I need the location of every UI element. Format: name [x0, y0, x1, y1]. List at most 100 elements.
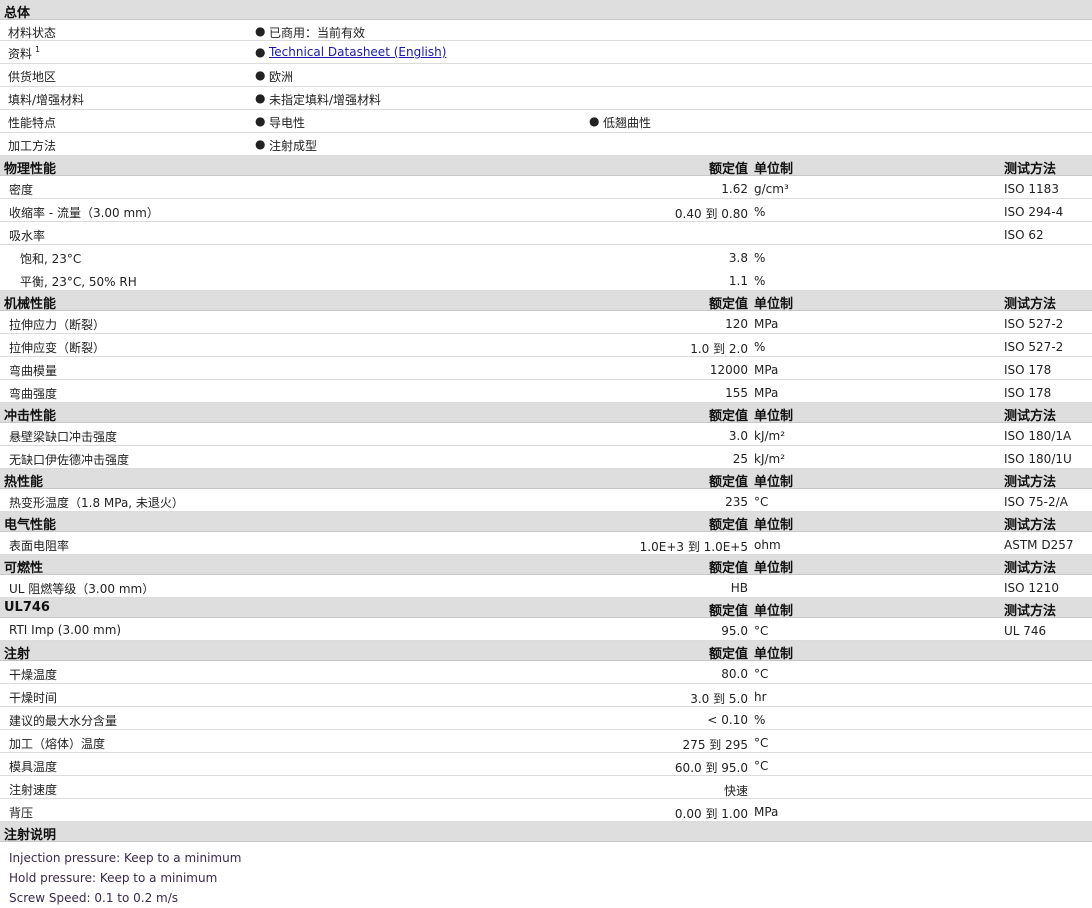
property-label: 饱和, 23°C [20, 252, 82, 266]
column-header-nominal: 额定值 [708, 518, 748, 533]
property-unit: °C [754, 759, 769, 773]
column-header-test: 测试方法 [1004, 162, 1057, 177]
property-row: 饱和, 23°C 3.8% [0, 245, 1092, 268]
column-header-unit: 单位制 [754, 518, 794, 533]
property-unit: g/cm³ [754, 182, 789, 196]
property-value: < 0.10 [707, 713, 748, 727]
property-label: 无缺口伊佐德冲击强度 [9, 453, 130, 467]
property-label: 拉伸应力（断裂） [9, 318, 106, 332]
property-unit: °C [754, 667, 769, 681]
property-row: 干燥时间 3.0 到 5.0 hr [0, 684, 1092, 707]
bullet-icon: ● [255, 45, 266, 59]
property-value: 3.0 [728, 429, 748, 443]
row-item: ● 未指定填料/增强材料 [255, 91, 382, 107]
property-row: 模具温度 60.0 到 95.0 °C [0, 753, 1092, 776]
property-row: 拉伸应力（断裂） 120 MPa ISO 527-2 [0, 311, 1092, 334]
section-title: 物理性能 [4, 162, 57, 177]
column-header-test: 测试方法 [1004, 409, 1057, 424]
property-row: 拉伸应变（断裂） 1.0 到 2.0% ISO 527-2 [0, 334, 1092, 357]
bullet-icon: ● [255, 114, 266, 128]
bullet-icon: ● [255, 91, 266, 105]
column-header-unit: 单位制 [754, 561, 794, 576]
property-row: 平衡, 23°C, 50% RH 1.1% [0, 268, 1092, 291]
test-method: ISO 1210 [1004, 581, 1059, 595]
test-method: ISO 527-2 [1004, 340, 1064, 354]
general-row-filler: 填料/增强材料 ● 未指定填料/增强材料 [0, 87, 1092, 110]
test-method: ISO 1183 [1004, 182, 1059, 196]
property-label: 加工（熔体）温度 [9, 737, 106, 751]
property-label: 注射速度 [9, 783, 58, 797]
section-title: 总体 [4, 6, 31, 21]
property-row: 加工（熔体）温度 275 到 295 °C [0, 730, 1092, 753]
section-header: 热性能 额定值 单位制 测试方法 [0, 469, 1092, 490]
property-row: 注射速度 快速 [0, 776, 1092, 799]
column-header-nominal: 额定值 [708, 647, 748, 662]
property-row: 建议的最大水分含量 < 0.10% [0, 707, 1092, 730]
section-title: 机械性能 [4, 297, 57, 312]
section-title: 热性能 [4, 475, 44, 490]
property-unit: MPa [754, 386, 779, 400]
section-header: UL746 额定值 单位制 测试方法 [0, 598, 1092, 619]
property-value: 3.8 [728, 251, 748, 265]
property-label: 悬壁梁缺口冲击强度 [9, 430, 118, 444]
property-unit: % [754, 340, 766, 354]
property-row: 收缩率 - 流量（3.00 mm） 0.40 到 0.80% ISO 294-4 [0, 199, 1092, 222]
section-title: 可燃性 [4, 561, 44, 576]
property-value: 1.0E+3 到 1.0E+5 [639, 540, 748, 554]
property-unit: °C [754, 736, 769, 750]
property-sections: 物理性能 额定值 单位制 测试方法 密度 1.62 g/cm³ ISO 1183 收缩率 - 流… [0, 156, 1092, 822]
property-value: 12000 [709, 363, 748, 377]
property-value: HB [730, 581, 748, 595]
property-row: 悬壁梁缺口冲击强度 3.0 kJ/m² ISO 180/1A [0, 423, 1092, 446]
section-header: 注射 额定值 单位制 [0, 641, 1092, 662]
row-item: ● 导电性 [255, 114, 306, 130]
property-value: 1.1 [728, 274, 748, 288]
section-header: 机械性能 额定值 单位制 测试方法 [0, 291, 1092, 312]
property-value: 235 [725, 495, 748, 509]
property-row: RTI Imp (3.00 mm) 95.0 °C UL 746 [0, 618, 1092, 641]
column-header-nominal: 额定值 [708, 409, 748, 424]
row-label: 材料状态 [8, 26, 57, 40]
property-value: 275 到 295 [682, 738, 748, 752]
property-value: 0.40 到 0.80 [674, 207, 748, 221]
property-label: 干燥温度 [9, 668, 58, 682]
row-item: ● Technical Datasheet (English) [255, 45, 446, 59]
property-value: 1.0 到 2.0 [690, 342, 748, 356]
column-header-test: 测试方法 [1004, 604, 1057, 619]
column-header-nominal: 额定值 [708, 162, 748, 177]
test-method: ISO 62 [1004, 228, 1044, 242]
property-row: 背压 0.00 到 1.00 MPa [0, 799, 1092, 822]
property-unit: hr [754, 690, 767, 704]
property-value: 0.00 到 1.00 [674, 807, 748, 821]
property-unit: °C [754, 624, 769, 638]
property-label: 热变形温度（1.8 MPa, 未退火） [9, 496, 184, 510]
column-header-nominal: 额定值 [708, 561, 748, 576]
column-header-unit: 单位制 [754, 409, 794, 424]
general-row-literature: 资料 1 ● Technical Datasheet (English) [0, 41, 1092, 64]
section-title: 冲击性能 [4, 409, 57, 424]
section-header: 冲击性能 额定值 单位制 测试方法 [0, 403, 1092, 424]
property-unit: MPa [754, 317, 779, 331]
datasheet: 总体 材料状态 ● 已商用：当前有效 资料 1 ● Technical Datashe… [0, 0, 1092, 908]
property-label: 表面电阻率 [9, 539, 70, 553]
column-header-unit: 单位制 [754, 604, 794, 619]
section-header: 可燃性 额定值 单位制 测试方法 [0, 555, 1092, 576]
row-label: 加工方法 [8, 139, 57, 153]
property-label: UL 阻燃等级（3.00 mm） [9, 582, 155, 596]
bullet-icon: ● [255, 24, 266, 38]
technical-datasheet-link[interactable]: Technical Datasheet (English) [269, 45, 446, 59]
property-row: 干燥温度 80.0 °C [0, 661, 1092, 684]
column-header-nominal: 额定值 [708, 297, 748, 312]
property-value: 155 [725, 386, 748, 400]
section-title: 注射说明 [4, 828, 57, 843]
property-value: 25 [732, 452, 748, 466]
footnote-marker: 1 [35, 45, 41, 54]
general-row-status: 材料状态 ● 已商用：当前有效 [0, 20, 1092, 41]
section-title: 电气性能 [4, 518, 57, 533]
property-unit: MPa [754, 363, 779, 377]
section-title: 注射 [4, 647, 31, 662]
column-header-test: 测试方法 [1004, 475, 1057, 490]
property-value: 快速 [723, 784, 748, 798]
property-value: 95.0 [721, 624, 748, 638]
property-row: 弯曲强度 155 MPa ISO 178 [0, 380, 1092, 403]
